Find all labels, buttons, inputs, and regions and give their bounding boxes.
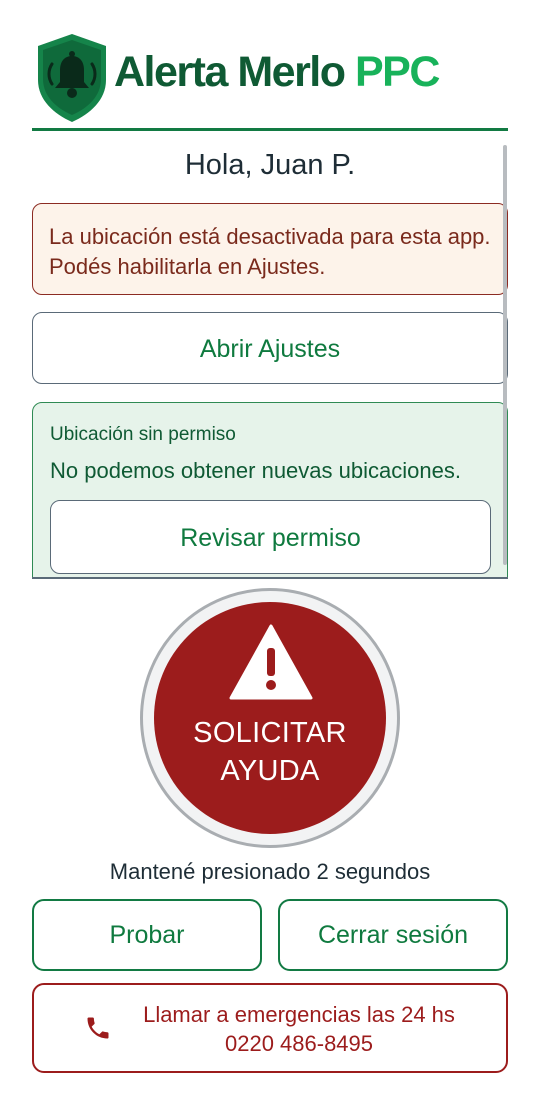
location-alert-text: La ubicación está desactivada para esta … <box>49 224 491 279</box>
header-bar: Alerta Merlo PPC <box>32 30 508 130</box>
hold-hint-text: Mantené presionado 2 segundos <box>109 859 431 884</box>
brand-tag: PPC <box>354 48 440 96</box>
warning-triangle-icon <box>229 624 313 700</box>
location-disabled-alert: La ubicación está desactivada para esta … <box>32 203 508 295</box>
permission-title: Ubicación sin permiso <box>50 424 236 445</box>
review-permission-button[interactable]: Revisar permiso <box>50 500 491 574</box>
section-divider <box>32 577 508 579</box>
phone-icon <box>87 1017 109 1039</box>
emergency-label: Llamar a emergencias las 24 hs <box>143 1002 455 1027</box>
brand-name: Alerta Merlo <box>114 48 346 96</box>
bell-shield-icon <box>38 34 106 122</box>
emergency-phone-number: 0220 486-8495 <box>224 1031 374 1056</box>
scrollbar[interactable] <box>503 145 507 565</box>
logout-button[interactable]: Cerrar sesión <box>278 899 508 971</box>
test-button[interactable]: Probar <box>32 899 262 971</box>
sos-label-line1: SOLICITAR <box>193 717 347 749</box>
call-emergency-button[interactable]: Llamar a emergencias las 24 hs 0220 486-… <box>32 983 508 1073</box>
status-scroll-area[interactable]: Hola, Juan P. La ubicación está desactiv… <box>32 131 508 577</box>
sos-help-button[interactable]: SOLICITAR AYUDA <box>154 602 386 834</box>
permission-card: Ubicación sin permiso No podemos obtener… <box>32 402 508 577</box>
permission-message: No podemos obtener nuevas ubicaciones. <box>50 458 461 483</box>
sos-label: SOLICITAR AYUDA <box>154 714 386 790</box>
brand-title: Alerta Merlo PPC <box>114 48 440 97</box>
open-settings-button[interactable]: Abrir Ajustes <box>32 312 508 384</box>
sos-label-line2: AYUDA <box>220 755 320 787</box>
greeting-title: Hola, Juan P. <box>184 149 356 181</box>
